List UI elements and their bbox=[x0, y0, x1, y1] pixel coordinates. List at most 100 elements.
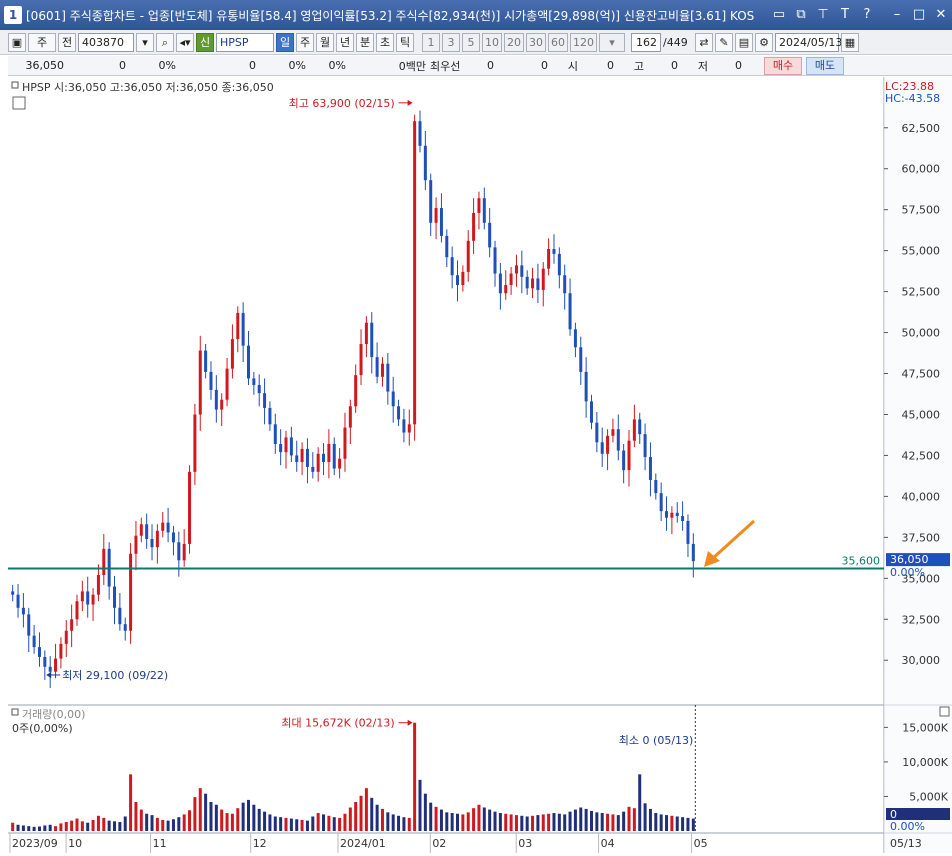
candle-body bbox=[413, 121, 417, 425]
sell-button[interactable]: 매도 bbox=[806, 56, 844, 75]
gear-icon[interactable]: ⚙ bbox=[755, 32, 773, 52]
pin-icon[interactable]: ⊤ bbox=[814, 6, 832, 24]
chart-area[interactable]: HPSP 시:36,050 고:36,050 저:36,050 종:36,050… bbox=[8, 77, 952, 853]
candle-body bbox=[284, 437, 288, 453]
price-tick-label: 55,000 bbox=[902, 245, 941, 258]
interval-30[interactable]: 30 bbox=[526, 32, 546, 52]
buy-button[interactable]: 매수 bbox=[764, 56, 802, 75]
candle-body bbox=[139, 524, 143, 536]
interval-120[interactable]: 120 bbox=[570, 32, 597, 52]
interval-5[interactable]: 5 bbox=[462, 32, 480, 52]
maximize-icon[interactable]: □ bbox=[910, 6, 928, 24]
candle-body bbox=[504, 285, 508, 294]
interval-10[interactable]: 10 bbox=[482, 32, 502, 52]
interval-60[interactable]: 60 bbox=[548, 32, 568, 52]
volume-bar bbox=[536, 815, 540, 831]
price-tick-label: 62,500 bbox=[902, 122, 941, 135]
zoom-icon[interactable]: ⇄ bbox=[695, 32, 713, 52]
tab-month[interactable]: 월 bbox=[316, 32, 334, 52]
volume-bar bbox=[327, 815, 331, 831]
window-titlebar: 1 [0601] 주식종합차트 - 업종[반도체] 유통비율[58.4] 영업이… bbox=[0, 0, 952, 30]
date-input[interactable]: 2024/05/13 bbox=[775, 32, 842, 52]
candle-body bbox=[37, 647, 41, 657]
interval-3[interactable]: 3 bbox=[442, 32, 460, 52]
tab-day[interactable]: 일 bbox=[276, 32, 294, 52]
candle-body bbox=[375, 357, 379, 377]
candle-body bbox=[145, 524, 149, 539]
bar-count-input[interactable]: 162 bbox=[631, 32, 661, 52]
candle-body bbox=[531, 278, 535, 289]
volume-bar bbox=[397, 815, 401, 831]
candle-body bbox=[364, 322, 368, 345]
time-tick-label: 2024/01 bbox=[340, 837, 386, 850]
candle-body bbox=[466, 240, 470, 272]
time-tick-label: 05 bbox=[694, 837, 708, 850]
volume-bar bbox=[627, 806, 631, 831]
volume-bar bbox=[21, 825, 25, 831]
panel-toggle-icon[interactable]: ▣ bbox=[8, 32, 26, 52]
tab-year[interactable]: 년 bbox=[336, 32, 354, 52]
restore-icon[interactable]: ⧉ bbox=[792, 6, 810, 24]
volume-bar bbox=[166, 820, 170, 831]
volume-bar bbox=[54, 826, 58, 831]
interval-1[interactable]: 1 bbox=[422, 32, 440, 52]
candle-body bbox=[166, 522, 170, 533]
stock-name-field[interactable]: HPSP bbox=[216, 32, 274, 52]
candle-body bbox=[407, 424, 411, 433]
volume-bar bbox=[150, 815, 154, 831]
minimize-icon[interactable]: – bbox=[888, 6, 906, 24]
volume-bar bbox=[563, 814, 567, 831]
candle-body bbox=[359, 344, 363, 376]
prev-button[interactable]: 전 bbox=[58, 32, 76, 52]
candle-body bbox=[600, 442, 604, 454]
close-icon[interactable]: ✕ bbox=[932, 6, 950, 24]
candle-body bbox=[659, 493, 663, 512]
calendar-icon[interactable]: ▦ bbox=[841, 32, 859, 52]
tab-minute[interactable]: 분 bbox=[356, 32, 374, 52]
volume-bar bbox=[445, 812, 449, 831]
candle-body bbox=[343, 427, 347, 459]
candle-body bbox=[514, 265, 518, 274]
tab-second[interactable]: 초 bbox=[376, 32, 394, 52]
volume-bar bbox=[102, 817, 106, 831]
draw-icon[interactable]: ✎ bbox=[715, 32, 733, 52]
quote-high-label: 고 bbox=[633, 59, 644, 73]
period-unit-select[interactable]: 주 bbox=[28, 32, 56, 52]
layout-icon[interactable]: ▭ bbox=[770, 6, 788, 24]
stock-chart[interactable]: HPSP 시:36,050 고:36,050 저:36,050 종:36,050… bbox=[8, 77, 952, 853]
candle-body bbox=[423, 145, 427, 181]
stock-code-input[interactable]: 403870 bbox=[78, 32, 134, 52]
candle-body bbox=[155, 530, 159, 548]
code-dropdown-icon[interactable]: ▾ bbox=[136, 32, 154, 52]
candle-body bbox=[541, 268, 545, 290]
tab-week[interactable]: 주 bbox=[296, 32, 314, 52]
custom-interval-select[interactable]: ▾ bbox=[599, 32, 625, 52]
candle-body bbox=[461, 271, 465, 286]
speaker-icon[interactable]: ◂▾ bbox=[176, 32, 194, 52]
volume-panel-close-icon[interactable] bbox=[939, 706, 950, 717]
grid-table-icon[interactable] bbox=[12, 96, 26, 110]
volume-bar bbox=[557, 813, 561, 831]
tab-tick[interactable]: 틱 bbox=[396, 32, 414, 52]
candle-body bbox=[322, 453, 326, 462]
candle-body bbox=[397, 406, 401, 420]
help-icon[interactable]: ? bbox=[858, 6, 876, 24]
candle-body bbox=[348, 406, 352, 428]
interval-20[interactable]: 20 bbox=[504, 32, 524, 52]
save-icon[interactable]: ▤ bbox=[735, 32, 753, 52]
volume-bar bbox=[531, 815, 535, 831]
volume-bar bbox=[252, 804, 256, 831]
volume-bar bbox=[332, 817, 336, 831]
search-icon[interactable]: ⌕ bbox=[156, 32, 174, 52]
volume-bar bbox=[568, 811, 572, 831]
volume-bar bbox=[589, 810, 593, 831]
volume-bar bbox=[375, 804, 379, 831]
volume-bar bbox=[418, 779, 422, 831]
volume-bar bbox=[70, 820, 74, 831]
volume-bar bbox=[450, 813, 454, 831]
text-icon[interactable]: T bbox=[836, 6, 854, 24]
volume-bar bbox=[268, 814, 272, 831]
volume-bar bbox=[456, 813, 460, 831]
candle-body bbox=[418, 121, 422, 146]
volume-bar bbox=[279, 817, 283, 831]
